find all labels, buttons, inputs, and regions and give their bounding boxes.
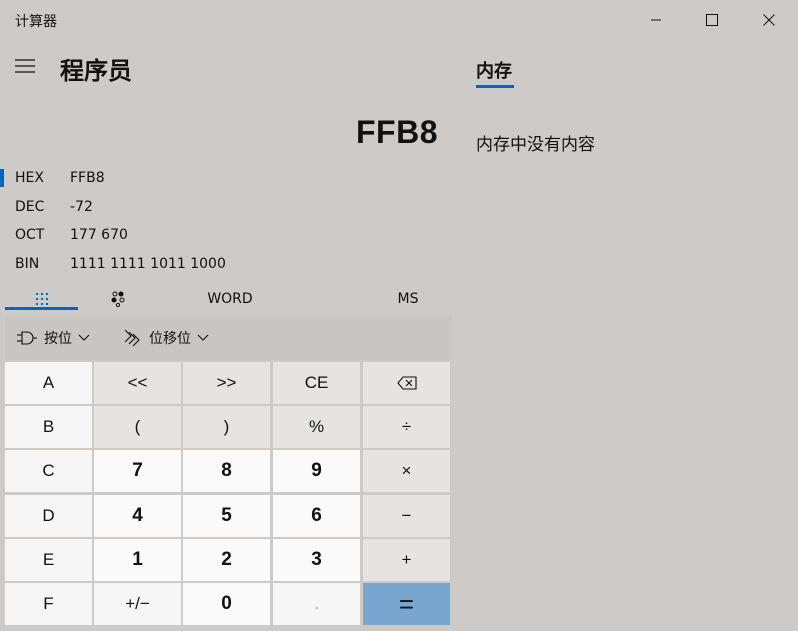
radix-value: -72 [70, 199, 93, 215]
result-display: FFB8 [356, 114, 438, 150]
radix-hex[interactable]: HEX FFB8 [0, 166, 440, 192]
tab-bit-toggling[interactable] [78, 284, 158, 314]
key-9[interactable]: 9 [273, 450, 360, 492]
key-d[interactable]: D [5, 495, 92, 537]
key-0[interactable]: 0 [183, 583, 270, 625]
key-subtract[interactable]: − [363, 495, 450, 537]
radix-value: 177 670 [70, 227, 128, 243]
hamburger-icon [15, 59, 35, 73]
key-5[interactable]: 5 [183, 495, 270, 537]
key-multiply[interactable]: × [363, 450, 450, 492]
keypad-icon [35, 293, 48, 305]
key-divide[interactable]: ÷ [363, 406, 450, 448]
bit-toggle-icon [111, 291, 125, 307]
key-c[interactable]: C [5, 450, 92, 492]
active-tab-indicator [5, 307, 78, 310]
radix-label: BIN [15, 256, 40, 272]
memory-tab-indicator [476, 85, 514, 88]
key-b[interactable]: B [5, 406, 92, 448]
close-icon [763, 14, 775, 26]
key-add[interactable]: + [363, 539, 450, 581]
key-7[interactable]: 7 [94, 450, 181, 492]
radix-label: HEX [15, 170, 44, 186]
radix-oct[interactable]: OCT 177 670 [0, 223, 440, 249]
key-right-shift[interactable]: >> [183, 362, 270, 404]
mode-title: 程序员 [60, 57, 132, 85]
backspace-icon [396, 376, 417, 390]
key-8[interactable]: 8 [183, 450, 270, 492]
bit-operations-bar: 按位 位移位 [5, 316, 452, 360]
maximize-button[interactable] [689, 0, 735, 40]
bitshift-dropdown[interactable]: 位移位 [123, 316, 209, 360]
key-negate[interactable]: +/− [94, 583, 181, 625]
key-backspace[interactable] [363, 362, 450, 404]
minimize-icon [651, 19, 661, 21]
bitshift-label: 位移位 [149, 331, 191, 347]
key-4[interactable]: 4 [94, 495, 181, 537]
key-percent[interactable]: % [273, 406, 360, 448]
radix-value: 1111 1111 1011 1000 [70, 256, 226, 272]
chevron-down-icon [78, 334, 90, 341]
close-button[interactable] [746, 0, 792, 40]
memory-tab[interactable]: 内存 [476, 57, 512, 83]
key-2[interactable]: 2 [183, 539, 270, 581]
key-1[interactable]: 1 [94, 539, 181, 581]
logic-gate-icon [17, 331, 37, 345]
key-f[interactable]: F [5, 583, 92, 625]
key-left-shift[interactable]: << [94, 362, 181, 404]
radix-bin[interactable]: BIN 1111 1111 1011 1000 [0, 252, 440, 278]
key-close-paren[interactable]: ) [183, 406, 270, 448]
bit-shift-icon [124, 329, 140, 347]
chevron-down-icon [197, 334, 209, 341]
key-clear-entry[interactable]: CE [273, 362, 360, 404]
key-e[interactable]: E [5, 539, 92, 581]
key-a[interactable]: A [5, 362, 92, 404]
key-6[interactable]: 6 [273, 495, 360, 537]
navigation-menu-button[interactable] [13, 56, 37, 76]
key-open-paren[interactable]: ( [94, 406, 181, 448]
radix-label: DEC [15, 199, 45, 215]
app-title: 计算器 [15, 14, 57, 30]
key-3[interactable]: 3 [273, 539, 360, 581]
key-equals[interactable]: = [363, 583, 450, 625]
memory-store-button[interactable]: MS [364, 284, 452, 314]
radix-dec[interactable]: DEC -72 [0, 195, 440, 221]
active-radix-marker [0, 169, 4, 187]
radix-value: FFB8 [70, 170, 105, 186]
memory-empty-message: 内存中没有内容 [476, 135, 595, 155]
maximize-icon [706, 14, 718, 26]
key-decimal[interactable]: . [273, 583, 360, 625]
title-bar: 计算器 [0, 0, 798, 40]
bitwise-label: 按位 [44, 331, 72, 347]
minimize-button[interactable] [633, 0, 679, 40]
word-size-button[interactable]: WORD [186, 284, 274, 314]
radix-label: OCT [15, 227, 45, 243]
bitwise-dropdown[interactable]: 按位 [16, 316, 90, 360]
